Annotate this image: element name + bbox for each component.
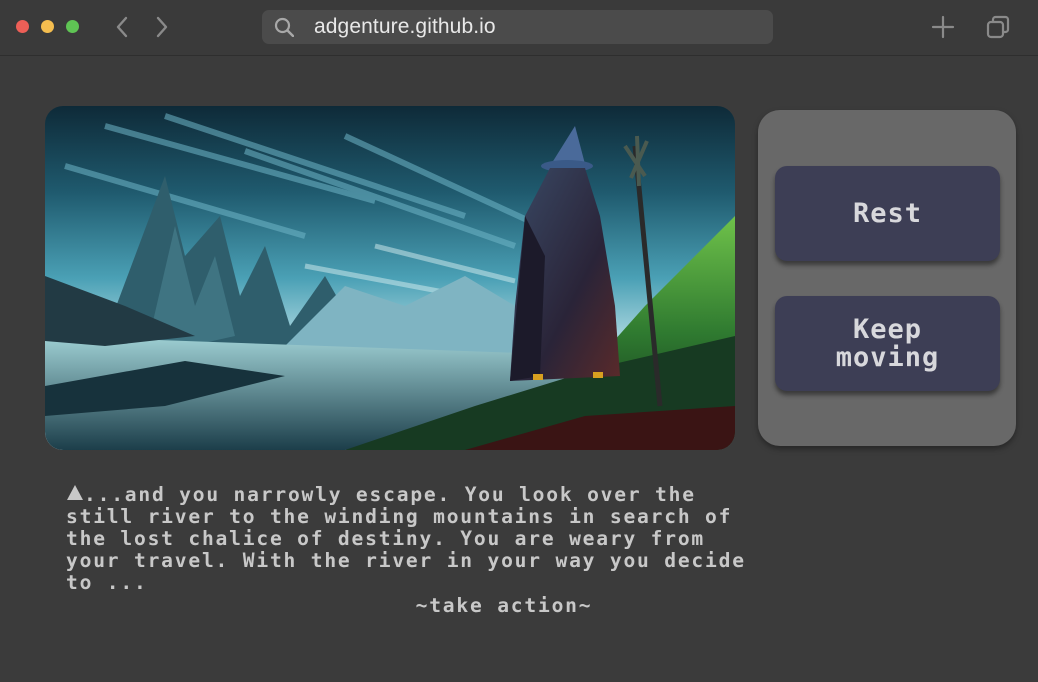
story-line: still river to the winding mountains in … bbox=[66, 505, 733, 528]
story-line: your travel. With the river in your way … bbox=[66, 549, 746, 572]
url-text: adgenture.github.io bbox=[314, 15, 496, 38]
story-line: to ... bbox=[66, 571, 148, 594]
close-window-button[interactable] bbox=[16, 20, 29, 33]
story-line: ...and you narrowly escape. You look ove… bbox=[66, 484, 986, 506]
wizard-scene-illustration bbox=[45, 106, 735, 450]
chevron-right-icon bbox=[156, 16, 168, 38]
action-panel: Rest Keep moving bbox=[758, 110, 1016, 446]
chevron-left-icon bbox=[116, 16, 128, 38]
back-button[interactable] bbox=[108, 12, 136, 42]
rest-button[interactable]: Rest bbox=[775, 166, 1000, 261]
search-icon bbox=[274, 17, 294, 37]
take-action-prompt: ~take action~ bbox=[415, 594, 593, 617]
story-line: the lost chalice of destiny. You are wea… bbox=[66, 527, 706, 550]
page-content: Rest Keep moving ...and you narrowly esc… bbox=[0, 57, 1038, 682]
maximize-window-button[interactable] bbox=[66, 20, 79, 33]
triangle-up-icon bbox=[67, 485, 83, 500]
new-tab-button[interactable] bbox=[928, 12, 958, 42]
scene-image bbox=[45, 106, 735, 450]
address-bar[interactable]: adgenture.github.io bbox=[262, 10, 773, 44]
minimize-window-button[interactable] bbox=[41, 20, 54, 33]
browser-toolbar: adgenture.github.io bbox=[0, 0, 1038, 56]
keep-moving-button[interactable]: Keep moving bbox=[775, 296, 1000, 391]
story-text: ...and you narrowly escape. You look ove… bbox=[66, 484, 986, 594]
tabs-overview-icon bbox=[986, 15, 1010, 39]
forward-button[interactable] bbox=[148, 12, 176, 42]
story-line-text: ...and you narrowly escape. You look ove… bbox=[84, 483, 696, 506]
plus-icon bbox=[931, 15, 955, 39]
tab-overview-button[interactable] bbox=[983, 12, 1013, 42]
